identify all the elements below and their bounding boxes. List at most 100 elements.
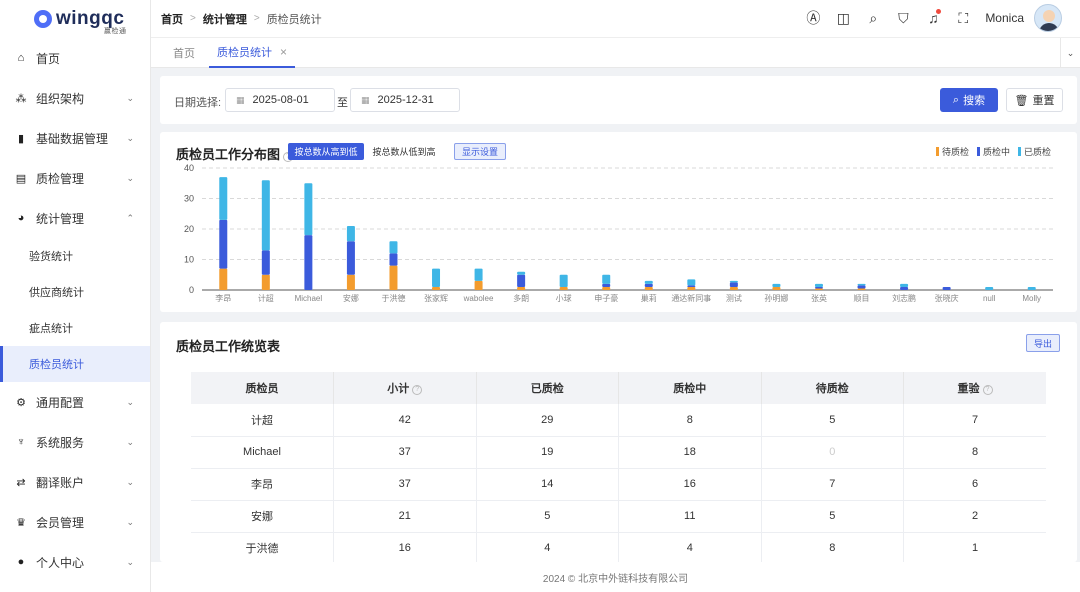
chevron-down-icon: ⌄ xyxy=(126,437,134,447)
bar-segment xyxy=(219,268,228,290)
x-tick-label: 多朗 xyxy=(513,293,529,303)
date-range-separator: 至 xyxy=(337,97,348,109)
start-date-input[interactable]: ▦ 2025-08-01 xyxy=(225,88,335,112)
search-button[interactable]: ⌕ 搜索 xyxy=(940,88,998,112)
sidebar-item-crown[interactable]: ♛ 会员管理 ⌄ xyxy=(0,502,150,542)
sidebar-subitem-3[interactable]: 质检员统计 xyxy=(0,346,150,382)
shirt-icon[interactable]: ⛉ xyxy=(893,8,913,28)
footer: 2024 © 北京中外链科技有限公司 xyxy=(151,562,1080,592)
search-icon[interactable]: ⌕ xyxy=(863,8,883,28)
close-icon[interactable]: × xyxy=(280,45,287,59)
breadcrumb-statistics[interactable]: 统计管理 xyxy=(203,11,247,27)
sidebar-item-gear[interactable]: ⚙ 通用配置 ⌄ xyxy=(0,382,150,422)
sidebar-item-translate[interactable]: ⇄ 翻译账户 ⌄ xyxy=(0,462,150,502)
column-header[interactable]: 重验? xyxy=(903,372,1046,404)
legend-pending[interactable]: 待质检 xyxy=(935,145,969,158)
tab-home[interactable]: 首页 xyxy=(173,38,195,68)
y-tick-label: 10 xyxy=(184,255,194,265)
x-tick-label: null xyxy=(983,294,996,303)
bar-segment xyxy=(261,250,270,275)
translate-icon: ⇄ xyxy=(16,476,26,489)
table-title: 质检员工作统览表 xyxy=(176,339,281,354)
bar-segment xyxy=(346,225,355,242)
avatar[interactable] xyxy=(1034,4,1062,32)
breadcrumb-home[interactable]: 首页 xyxy=(161,11,183,27)
sidebar-subitem-0[interactable]: 验货统计 xyxy=(0,238,150,274)
username[interactable]: Monica xyxy=(985,11,1024,25)
bar-segment xyxy=(772,286,781,290)
help-icon[interactable]: ? xyxy=(982,385,993,395)
tab-inspector-stats[interactable]: 质检员统计 × xyxy=(209,38,296,68)
sidebar-subitem-2[interactable]: 疵点统计 xyxy=(0,310,150,346)
sidebar-item-home[interactable]: ⌂ 首页 xyxy=(0,38,150,78)
sidebar-item-org[interactable]: ⁂ 组织架构 ⌄ xyxy=(0,78,150,118)
column-header[interactable]: 已质检 xyxy=(476,372,619,404)
chevron-down-icon: ⌄ xyxy=(126,133,134,143)
table-scroll-area[interactable]: 质检员 小计? 已质检 质检中 待质检 重验? 计超 42 29 8 5 7 Michael 37 19 1… xyxy=(191,372,1046,562)
sidebar-item-label: 会员管理 xyxy=(36,515,85,530)
legend-in-progress[interactable]: 质检中 xyxy=(976,145,1010,158)
table-row[interactable]: 计超 42 29 8 5 7 xyxy=(191,404,1046,437)
home-icon: ⌂ xyxy=(17,52,25,64)
sidebar-item-user[interactable]: ● 个人中心 ⌄ xyxy=(0,542,150,582)
bar-segment xyxy=(261,274,270,290)
fullscreen-icon[interactable]: ⛶ xyxy=(953,8,973,28)
bar-segment xyxy=(432,286,441,290)
x-tick-label: 张英 xyxy=(811,293,827,303)
table-cell: 21 xyxy=(333,500,477,533)
table-cell: 42 xyxy=(333,404,477,437)
bar-segment xyxy=(474,280,483,290)
reset-button[interactable]: 🗑︎ 重置 xyxy=(1006,88,1063,112)
legend-done[interactable]: 已质检 xyxy=(1017,145,1051,158)
sidebar-item-service[interactable]: ♆ 系统服务 ⌄ xyxy=(0,422,150,462)
y-tick-label: 40 xyxy=(184,163,194,173)
column-header[interactable]: 待质检 xyxy=(761,372,904,404)
chevron-up-icon: ⌃ xyxy=(126,213,134,223)
sidebar-item-label: 个人中心 xyxy=(36,555,85,570)
x-tick-label: wabolee xyxy=(463,294,494,303)
search-panel: 日期选择: ▦ 2025-08-01 至 ▦ 2025-12-31 ⌕ 搜索 🗑… xyxy=(160,76,1077,124)
sidebar-subitem-1[interactable]: 供应商统计 xyxy=(0,274,150,310)
bar-segment xyxy=(517,286,526,290)
end-date-input[interactable]: ▦ 2025-12-31 xyxy=(350,88,460,112)
top-header: 首页 > 统计管理 > 质检员统计 Ⓐ ◫ ⌕ ⛉ ♫ ⛶ Monica xyxy=(151,0,1080,38)
bar-segment xyxy=(602,274,611,284)
sort-asc-button[interactable]: 按总数从低到高 xyxy=(366,143,442,160)
table-cell: 5 xyxy=(476,500,619,533)
app-logo[interactable]: wingqc 赢检通 xyxy=(0,0,150,38)
table-row[interactable]: 于洪德 16 4 4 8 1 xyxy=(191,532,1046,562)
display-settings-button[interactable]: 显示设置 xyxy=(454,143,506,160)
bar-segment xyxy=(814,283,823,287)
help-icon[interactable]: ? xyxy=(412,385,423,395)
table-row[interactable]: 安娜 21 5 11 5 2 xyxy=(191,500,1046,533)
table-row[interactable]: Michael 37 19 18 0 8 xyxy=(191,436,1046,469)
sidebar-item-inspect[interactable]: ▤ 质检管理 ⌄ xyxy=(0,158,150,198)
chevron-down-icon: ⌄ xyxy=(126,93,134,103)
x-tick-label: 张晓庆 xyxy=(935,293,959,303)
inspector-name-cell: 计超 xyxy=(191,404,334,437)
layout-icon[interactable]: ◫ xyxy=(833,8,853,28)
table-cell: 5 xyxy=(761,500,904,533)
table-cell: 4 xyxy=(618,532,762,562)
table-cell: 6 xyxy=(903,468,1046,501)
chevron-down-icon[interactable]: ⌄ xyxy=(1060,38,1080,68)
bell-icon[interactable]: ♫ xyxy=(923,8,943,28)
column-header[interactable]: 小计? xyxy=(333,372,477,404)
sidebar: wingqc 赢检通 ⌂ 首页 ⁂ 组织架构 ⌄ ▮ 基础数据管理 ⌄ ▤ 质检管理 ⌄ ◕ 统计管理 ⌃ … xyxy=(0,0,151,592)
bar-segment xyxy=(389,265,398,290)
table-row[interactable]: 李昂 37 14 16 7 6 xyxy=(191,468,1046,501)
breadcrumb-separator-icon: > xyxy=(253,13,260,24)
bar-segment xyxy=(857,285,866,289)
column-header[interactable]: 质检中 xyxy=(618,372,762,404)
column-header[interactable]: 质检员 xyxy=(191,372,334,404)
y-tick-label: 20 xyxy=(184,224,194,234)
sidebar-item-bar-chart[interactable]: ▮ 基础数据管理 ⌄ xyxy=(0,118,150,158)
sidebar-item-pie-chart[interactable]: ◕ 统计管理 ⌃ xyxy=(0,198,150,238)
export-button[interactable]: 导出 xyxy=(1026,334,1060,352)
sidebar-item-label: 基础数据管理 xyxy=(36,131,109,146)
ai-icon[interactable]: Ⓐ xyxy=(803,8,823,28)
sort-desc-button[interactable]: 按总数从高到低 xyxy=(288,143,364,160)
table-cell: 37 xyxy=(333,436,477,469)
table-cell: 18 xyxy=(618,436,762,469)
bar-segment xyxy=(985,286,994,290)
